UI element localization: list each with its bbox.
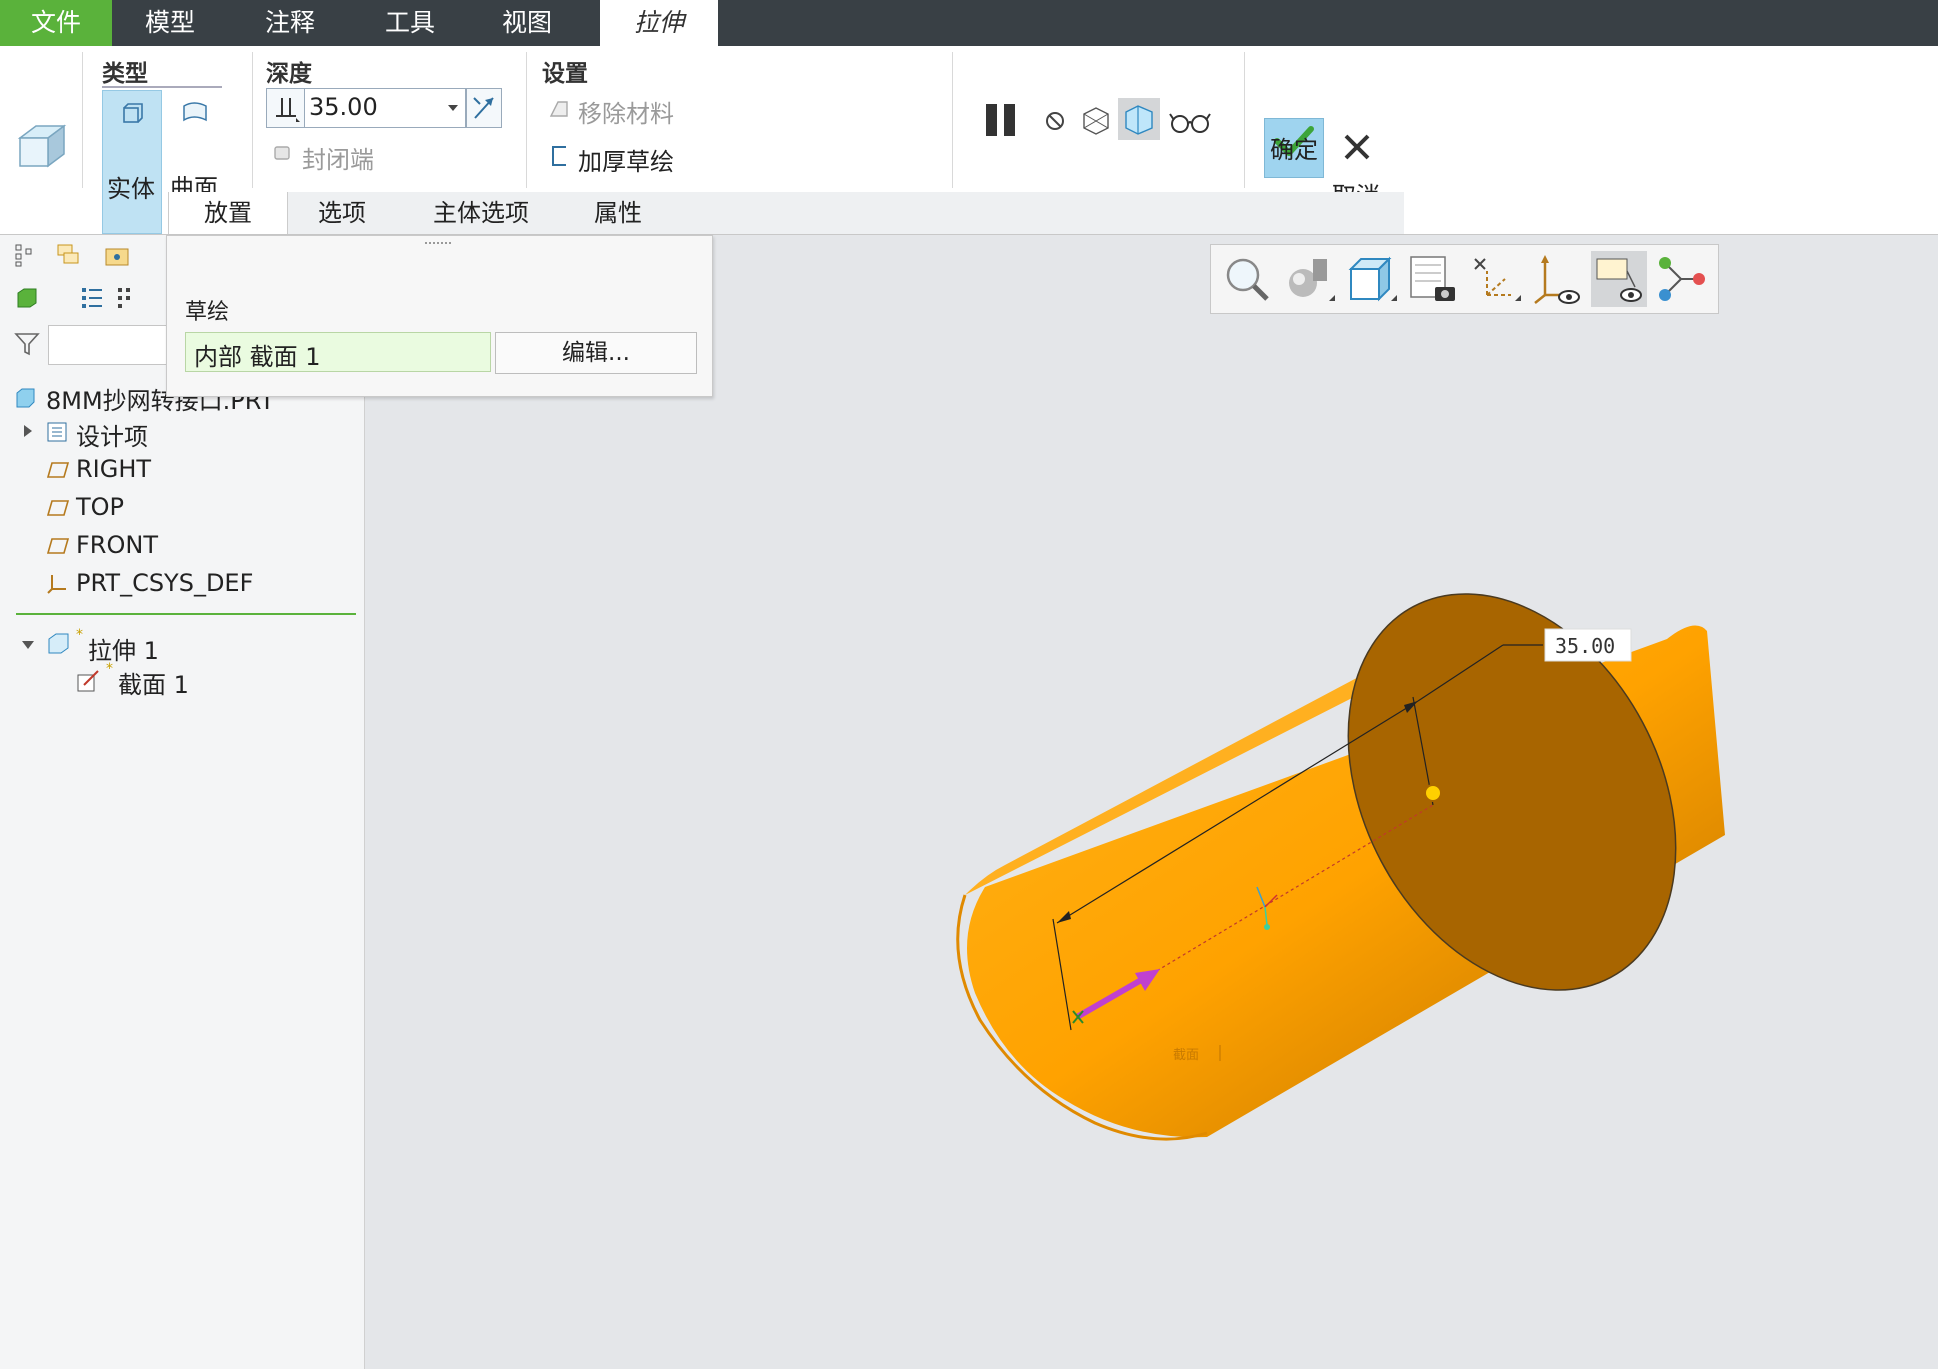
filter-icon[interactable] bbox=[14, 331, 40, 357]
tree-item-right[interactable]: RIGHT bbox=[76, 455, 151, 483]
extruded-cylinder[interactable] bbox=[956, 537, 1742, 1141]
depth-drag-handle[interactable] bbox=[1424, 784, 1442, 802]
flip-direction-button[interactable] bbox=[466, 88, 502, 128]
tab-placement[interactable]: 放置 bbox=[168, 192, 288, 234]
menu-tab-file[interactable]: 文件 bbox=[0, 0, 112, 46]
insert-indicator[interactable] bbox=[16, 613, 356, 615]
feature-preview-icon bbox=[1125, 105, 1153, 135]
solid-icon bbox=[123, 103, 143, 123]
solid-type-label: 实体 bbox=[107, 175, 155, 203]
dimension-value[interactable]: 35.00 bbox=[1555, 634, 1615, 658]
blind-depth-icon bbox=[276, 98, 300, 122]
csys-icon bbox=[47, 575, 66, 594]
tab-options[interactable]: 选项 bbox=[288, 192, 396, 234]
depth-group-title: 深度 bbox=[266, 61, 312, 87]
extrude-feature-icon bbox=[17, 124, 67, 168]
cap-ends-icon bbox=[274, 146, 290, 160]
extrude-feature-icon bbox=[48, 633, 69, 654]
menu-tab-tools[interactable]: 工具 bbox=[352, 0, 468, 46]
list-icon[interactable] bbox=[80, 285, 104, 311]
tree-feature-section[interactable]: 截面 1 bbox=[118, 665, 189, 700]
confirm-label: 确定 bbox=[1270, 136, 1318, 164]
remove-material-icon bbox=[549, 101, 568, 117]
collapse-arrow-icon[interactable] bbox=[20, 639, 36, 651]
tree-item-design-items[interactable]: 设计项 bbox=[76, 417, 148, 452]
settings-list-icon[interactable] bbox=[116, 285, 134, 311]
menu-bar: 文件 模型 注释 工具 视图 拉伸 bbox=[0, 0, 1938, 46]
type-group-title: 类型 bbox=[102, 61, 148, 87]
settings-group-title: 设置 bbox=[542, 61, 588, 87]
design-items-icon bbox=[47, 422, 67, 442]
datum-plane-icon bbox=[46, 500, 70, 516]
datum-plane-icon bbox=[46, 462, 70, 478]
model-icon[interactable] bbox=[16, 287, 38, 309]
tab-body-options[interactable]: 主体选项 bbox=[406, 192, 556, 234]
surface-icon bbox=[183, 102, 207, 122]
close-icon bbox=[1344, 134, 1370, 160]
no-preview-icon bbox=[1046, 112, 1064, 130]
datum-plane-icon bbox=[46, 538, 70, 554]
chevron-down-icon[interactable] bbox=[447, 103, 459, 113]
thicken-sketch-label[interactable]: 加厚草绘 bbox=[578, 142, 674, 177]
remove-material-label[interactable]: 移除材料 bbox=[578, 94, 674, 129]
model-tree: 8MM抄网转接口.PRT 设计项 RIGHT TOP FRONT PRT_CSY… bbox=[0, 235, 365, 1369]
feature-preview-button[interactable] bbox=[1118, 98, 1160, 140]
layers-icon[interactable] bbox=[56, 243, 82, 267]
section-collector-value: 内部 截面 1 bbox=[194, 343, 321, 371]
depth-value-input[interactable]: 35.00 bbox=[304, 88, 466, 128]
section-tag: 截面 bbox=[1173, 1048, 1199, 1063]
depth-value-text: 35.00 bbox=[309, 93, 378, 121]
mesh-preview-icon bbox=[1083, 107, 1109, 135]
pause-button[interactable] bbox=[984, 102, 1018, 138]
menu-tab-annotate[interactable]: 注释 bbox=[228, 0, 352, 46]
expand-arrow-icon[interactable] bbox=[22, 423, 34, 439]
tree-item-csys[interactable]: PRT_CSYS_DEF bbox=[76, 569, 253, 597]
solid-type-button[interactable]: 实体 bbox=[102, 90, 162, 234]
verify-button[interactable] bbox=[1168, 104, 1212, 138]
part-icon bbox=[16, 388, 35, 408]
depth-option-button[interactable] bbox=[266, 88, 306, 128]
graphics-viewport[interactable]: 35.00 截面 bbox=[365, 235, 1938, 1369]
tree-item-front[interactable]: FRONT bbox=[76, 531, 158, 559]
ribbon: 类型 实体 曲面 深度 35.00 封闭端 设置 移除材料 加厚草绘 确定 放置… bbox=[0, 46, 1938, 235]
no-preview-button[interactable] bbox=[1042, 108, 1068, 134]
flip-direction-icon bbox=[473, 97, 494, 119]
pause-icon bbox=[986, 104, 1015, 136]
menu-tab-model[interactable]: 模型 bbox=[112, 0, 228, 46]
menu-tab-view[interactable]: 视图 bbox=[468, 0, 586, 46]
thicken-checkbox-icon[interactable] bbox=[550, 144, 570, 168]
dashboard-tabs: 放置 选项 主体选项 属性 bbox=[168, 192, 1404, 234]
glasses-icon bbox=[1169, 113, 1211, 133]
tree-item-top[interactable]: TOP bbox=[76, 493, 124, 521]
tree-view-icon[interactable] bbox=[14, 243, 36, 267]
sketch-icon bbox=[77, 670, 99, 692]
folder-icon[interactable] bbox=[104, 243, 130, 267]
geometry-preview-button[interactable] bbox=[1078, 102, 1114, 138]
menu-tab-extrude[interactable]: 拉伸 bbox=[600, 0, 718, 46]
sketch-label: 草绘 bbox=[185, 300, 230, 325]
tab-properties[interactable]: 属性 bbox=[568, 192, 668, 234]
tree-feature-extrude[interactable]: 拉伸 1 bbox=[88, 631, 159, 666]
cap-ends-label[interactable]: 封闭端 bbox=[302, 140, 374, 175]
